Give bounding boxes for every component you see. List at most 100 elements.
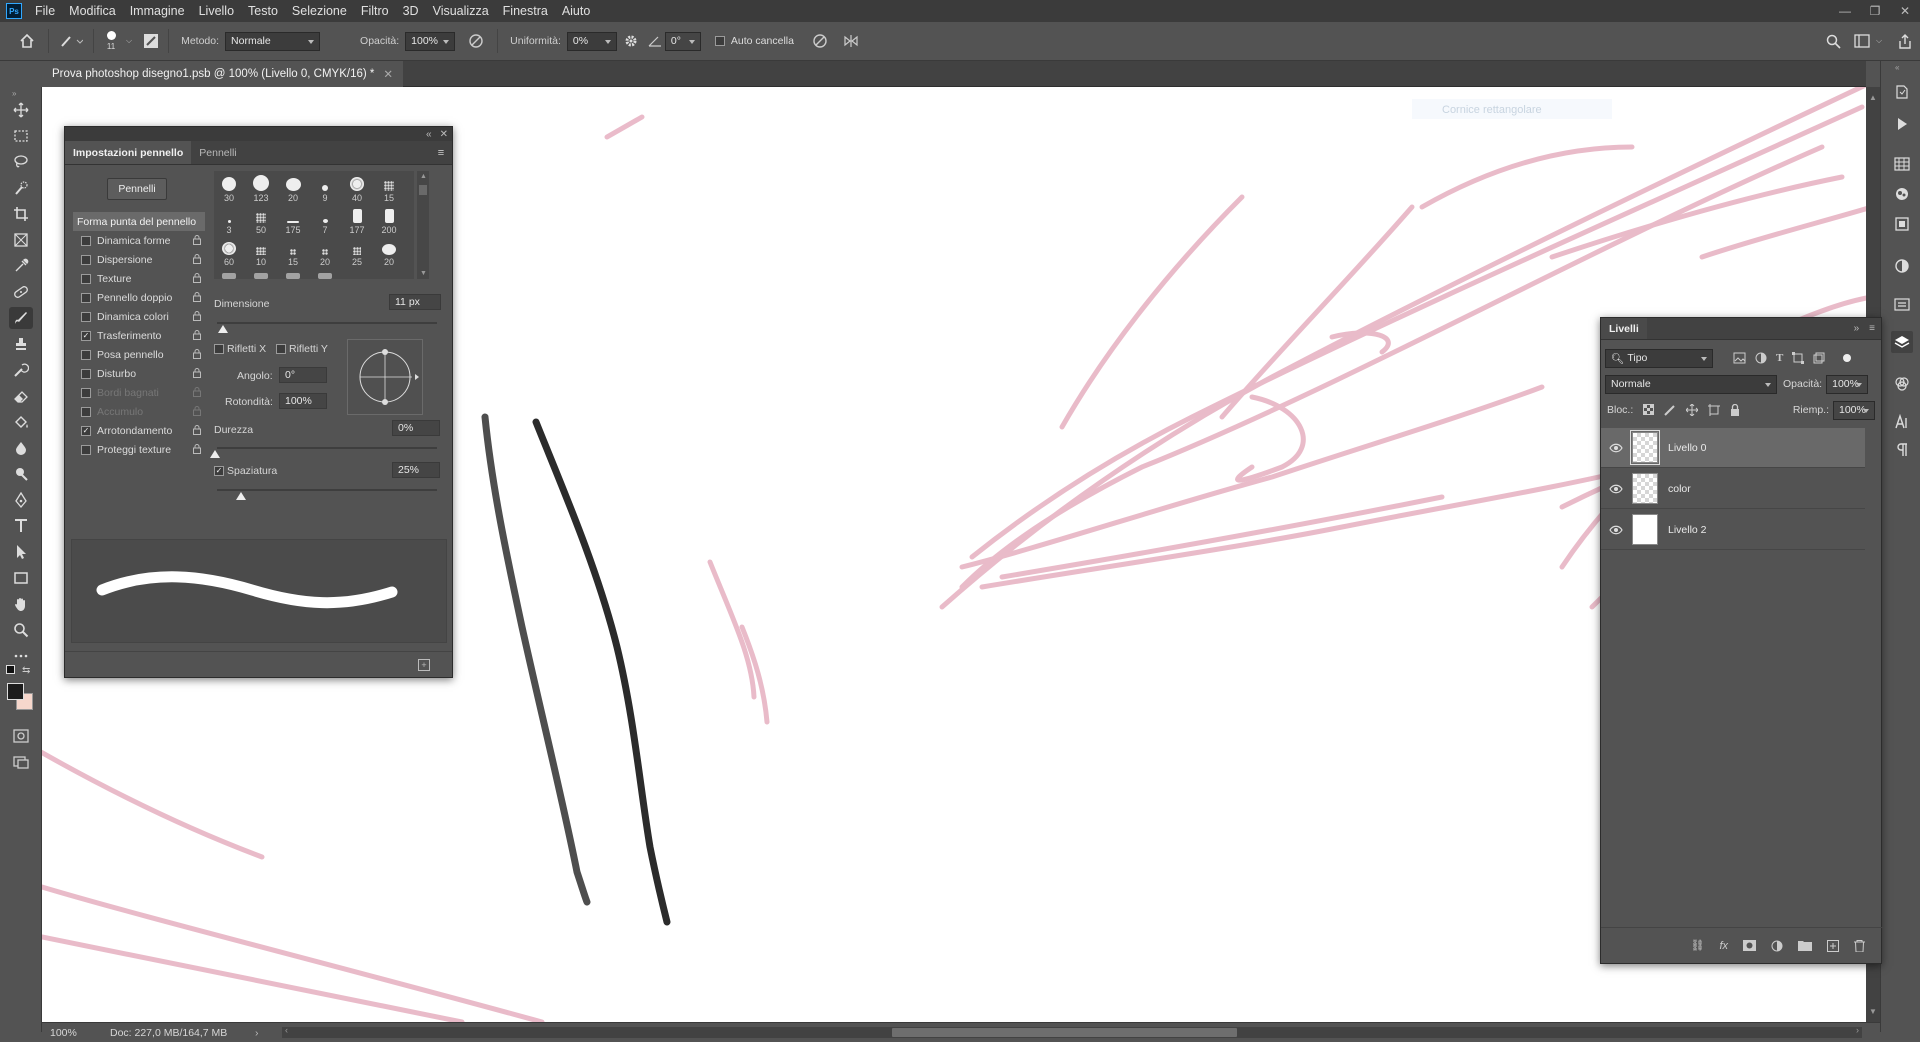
paint-bucket-icon[interactable]	[9, 411, 33, 433]
layer-style-icon[interactable]: fx	[1719, 940, 1728, 952]
add-mask-icon[interactable]	[1743, 940, 1756, 951]
brush-panel-toggle-icon[interactable]	[140, 33, 162, 49]
blur-icon[interactable]	[9, 437, 33, 459]
layer-row[interactable]: color	[1601, 469, 1865, 509]
minimize-button[interactable]: —	[1830, 0, 1860, 22]
spaziatura-field[interactable]: 25%	[392, 462, 440, 478]
pen-icon[interactable]	[9, 489, 33, 511]
brush-option-checkbox[interactable]	[81, 406, 91, 417]
brush-option-bordi-bagnati[interactable]: Bordi bagnati	[73, 383, 205, 402]
lock-position-icon[interactable]	[1686, 404, 1699, 416]
panel-menu-icon[interactable]: ≡	[430, 141, 452, 164]
history-icon[interactable]	[1891, 81, 1913, 103]
more-tools-icon[interactable]	[9, 645, 33, 667]
pressure-size-icon[interactable]	[802, 33, 838, 49]
filter-shape-icon[interactable]	[1792, 352, 1805, 364]
lock-icon[interactable]	[193, 368, 201, 378]
zoom-icon[interactable]	[9, 619, 33, 641]
layer-row[interactable]: Livello 0	[1601, 428, 1865, 468]
new-group-icon[interactable]	[1798, 940, 1812, 951]
brush-angle-preview[interactable]	[347, 339, 423, 415]
brush-option-dinamica-forme[interactable]: Dinamica forme	[73, 231, 205, 250]
spaziatura-checkbox[interactable]: ✓	[214, 466, 224, 476]
move-icon[interactable]	[9, 99, 33, 121]
eye-icon[interactable]	[1606, 484, 1626, 494]
durezza-slider[interactable]	[217, 447, 437, 449]
lock-icon[interactable]	[193, 387, 201, 397]
dimensione-slider-knob[interactable]	[218, 325, 228, 333]
close-panel-icon[interactable]: ✕	[440, 129, 448, 140]
brushes-button[interactable]: Pennelli	[107, 178, 167, 200]
spaziatura-slider[interactable]	[217, 489, 437, 491]
brush-option-checkbox[interactable]	[81, 349, 91, 360]
eye-icon[interactable]	[1606, 443, 1626, 453]
brush-preset-icon[interactable]	[55, 34, 87, 48]
menu-aiuto[interactable]: Aiuto	[555, 0, 598, 22]
menu-immagine[interactable]: Immagine	[123, 0, 192, 22]
brush-option-arrotondamento[interactable]: ✓ Arrotondamento	[73, 421, 205, 440]
durezza-field[interactable]: 0%	[392, 420, 440, 436]
lock-artboard-icon[interactable]	[1708, 404, 1721, 416]
new-brush-icon[interactable]: +	[418, 658, 430, 671]
lock-pixels-icon[interactable]	[1664, 404, 1676, 416]
brush-option-disturbo[interactable]: Disturbo	[73, 364, 205, 383]
brush-option-checkbox[interactable]	[81, 311, 91, 322]
workspace-icon[interactable]	[1848, 34, 1876, 48]
brush-option-dispersione[interactable]: Dispersione	[73, 250, 205, 269]
menu-selezione[interactable]: Selezione	[285, 0, 354, 22]
filter-smart-object-icon[interactable]	[1813, 352, 1825, 364]
tab-brush-settings[interactable]: Impostazioni pennello	[65, 141, 192, 164]
lock-icon[interactable]	[193, 330, 201, 340]
brush-option-checkbox[interactable]	[81, 235, 91, 246]
type-icon[interactable]	[9, 515, 33, 537]
brush-tip[interactable]: 20	[374, 235, 404, 267]
brush-tip[interactable]: 40	[342, 171, 372, 203]
healing-icon[interactable]	[9, 281, 33, 303]
default-colors-icon[interactable]	[6, 665, 15, 674]
menu-visualizza[interactable]: Visualizza	[426, 0, 496, 22]
brush-option-checkbox[interactable]	[81, 254, 91, 265]
brush-option-checkbox[interactable]	[81, 387, 91, 398]
brush-option-dinamica-colori[interactable]: Dinamica colori	[73, 307, 205, 326]
new-adjustment-icon[interactable]	[1771, 940, 1783, 952]
menu-testo[interactable]: Testo	[241, 0, 285, 22]
pressure-opacity-icon[interactable]	[461, 33, 491, 49]
lock-icon[interactable]	[193, 254, 201, 264]
filter-pixel-icon[interactable]	[1733, 352, 1746, 364]
path-select-icon[interactable]	[9, 541, 33, 563]
menu-livello[interactable]: Livello	[192, 0, 241, 22]
channels-icon[interactable]	[1891, 373, 1913, 395]
lasso-icon[interactable]	[9, 151, 33, 173]
brush-option-posa-pennello[interactable]: Posa pennello	[73, 345, 205, 364]
eyedropper-icon[interactable]	[9, 255, 33, 277]
durezza-slider-knob[interactable]	[210, 450, 220, 458]
collapse-panel-icon[interactable]: »	[1854, 323, 1860, 334]
uniformita-dropdown[interactable]: 0%	[566, 31, 617, 51]
brush-option-checkbox[interactable]	[81, 292, 91, 303]
horizontal-scrollbar[interactable]: ‹ ›	[282, 1025, 1862, 1038]
tip-grid-scrollbar[interactable]: ▲ ▼	[417, 171, 429, 279]
character-icon[interactable]	[1891, 411, 1913, 433]
lock-icon[interactable]	[193, 235, 201, 245]
brush-option-checkbox[interactable]	[81, 368, 91, 379]
spaziatura-slider-knob[interactable]	[236, 492, 246, 500]
brush-tip[interactable]: 15	[374, 171, 404, 203]
menu-modifica[interactable]: Modifica	[62, 0, 123, 22]
brush-tip[interactable]: 123	[246, 171, 276, 203]
search-icon[interactable]	[1818, 34, 1848, 49]
lock-transparent-icon[interactable]	[1643, 404, 1655, 416]
lock-icon[interactable]	[193, 273, 201, 283]
close-tab-icon[interactable]: ✕	[383, 67, 393, 81]
swatches-icon[interactable]	[1891, 153, 1913, 175]
status-menu-icon[interactable]: ›	[255, 1027, 259, 1039]
gear-icon[interactable]	[617, 34, 645, 48]
brush-tip[interactable]: 10	[246, 235, 276, 267]
opacita-dropdown[interactable]: 100%	[405, 31, 456, 51]
delete-layer-icon[interactable]	[1854, 939, 1865, 952]
layer-name[interactable]: Livello 0	[1668, 442, 1707, 454]
libraries-icon[interactable]	[1891, 213, 1913, 235]
lock-icon[interactable]	[193, 425, 201, 435]
dimensione-slider[interactable]	[217, 322, 437, 324]
foreground-color-swatch[interactable]	[7, 683, 24, 700]
frame-icon[interactable]	[9, 229, 33, 251]
